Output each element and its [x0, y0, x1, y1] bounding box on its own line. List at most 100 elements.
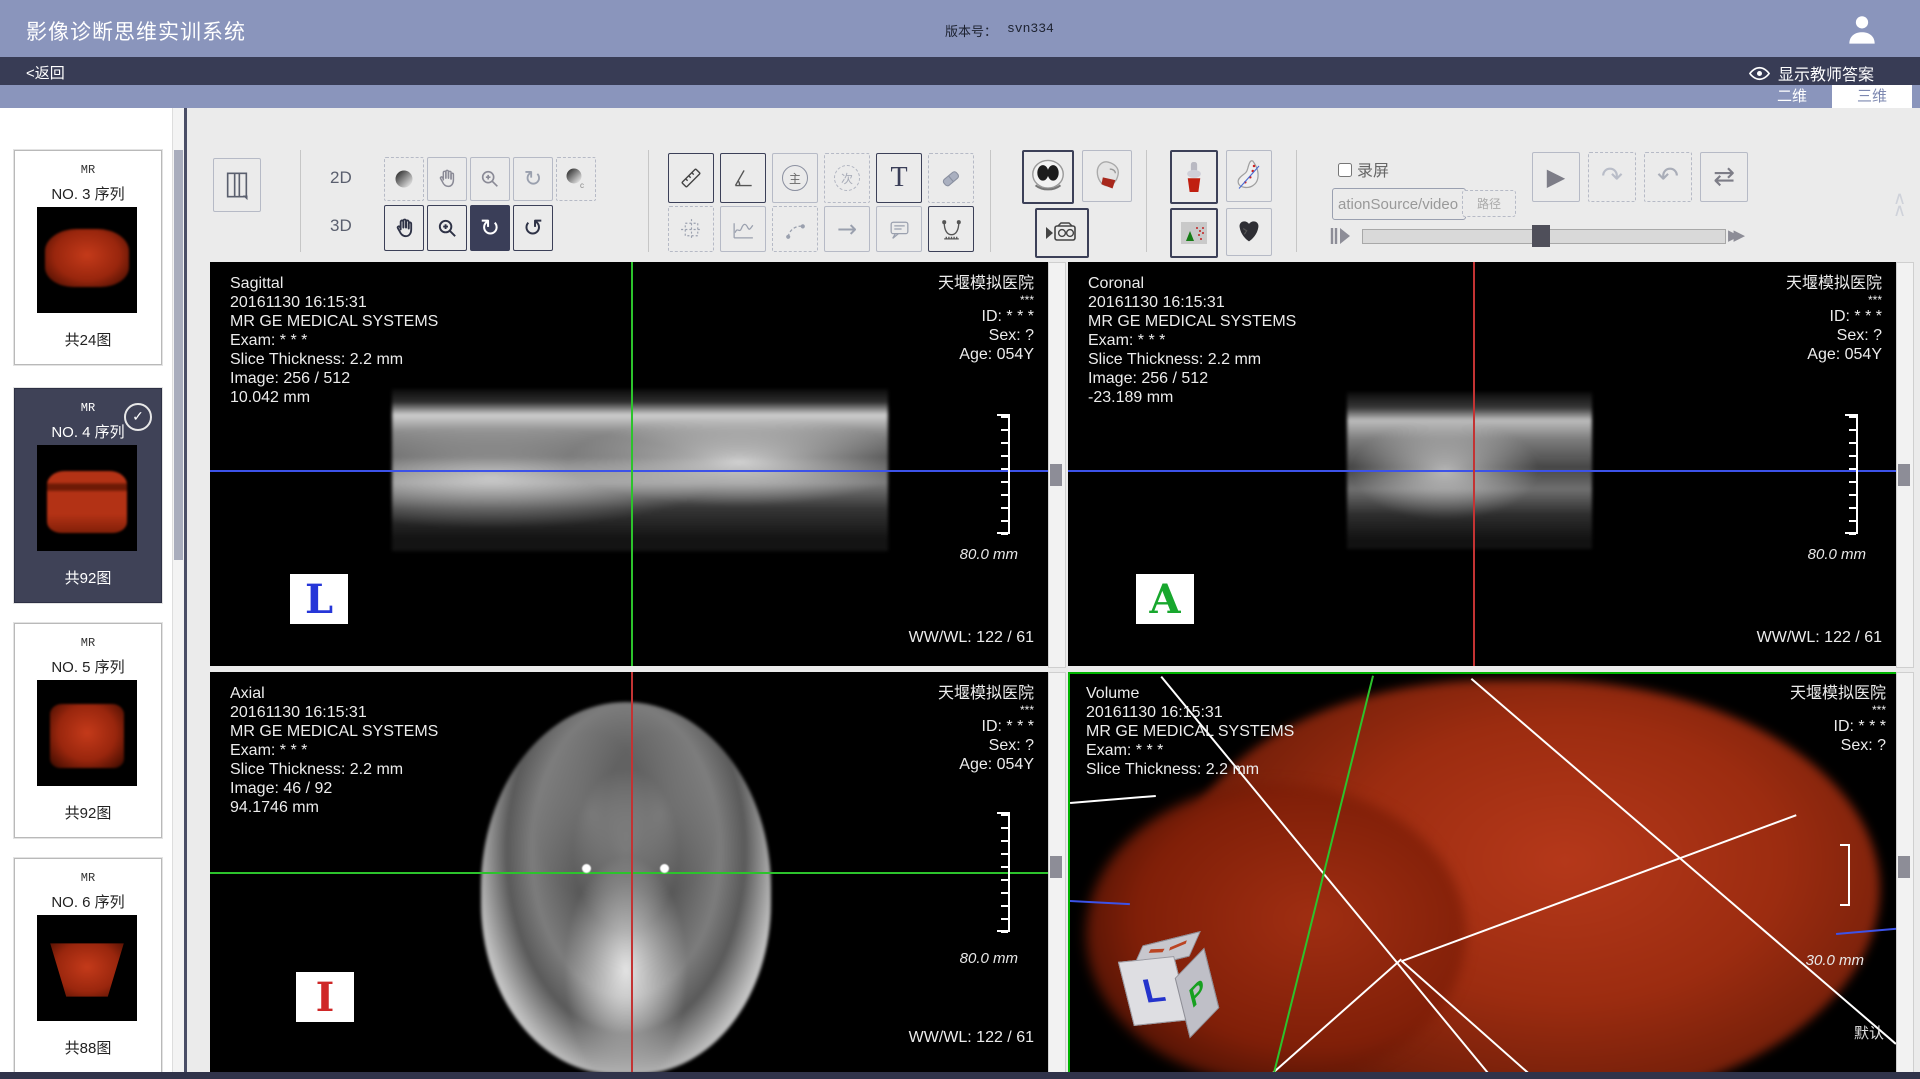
tab-2d[interactable]: 二维 [1752, 85, 1832, 108]
arrow-annotation-button[interactable]: → [824, 206, 870, 252]
viewport-sagittal[interactable]: Sagittal 20161130 16:15:31 MR GE MEDICAL… [210, 262, 1048, 666]
nav-bar: <返回 显示教师答案 [0, 57, 1920, 85]
timeline-slider-handle[interactable] [1532, 225, 1550, 247]
swap-direction-button[interactable]: ⇄ [1700, 152, 1748, 202]
loop-forward-button[interactable]: ↷ [1588, 152, 1636, 202]
viewport-coronal[interactable]: Coronal 20161130 16:15:31 MR GE MEDICAL … [1068, 262, 1896, 666]
tab-3d[interactable]: 三维 [1832, 85, 1912, 108]
sagittal-orientation-marker: L [290, 574, 348, 624]
roi-secondary-tool-button[interactable]: 次 [824, 153, 870, 203]
slider-step-start-icon[interactable] [1330, 225, 1354, 247]
back-button[interactable]: <返回 [26, 62, 65, 83]
pan-2d-button[interactable] [427, 157, 467, 201]
curve-profile-tool-button[interactable] [720, 206, 766, 252]
volume-scrollbar[interactable] [1896, 672, 1914, 1074]
series-card-3[interactable]: MR NO. 3 序列 共24图 [14, 150, 162, 365]
sagittal-crosshair-vertical [631, 262, 633, 666]
loop-backward-button[interactable]: ↶ [1644, 152, 1692, 202]
series-card-4-selected[interactable]: MR ✓ NO. 4 序列 共92图 [14, 388, 162, 603]
record-screen-checkbox[interactable] [1338, 163, 1352, 177]
text-tool-label: T [890, 162, 907, 194]
sagittal-slice-scrollbar-thumb[interactable] [1050, 464, 1062, 486]
rotate-3d-button-active[interactable]: ↻ [470, 205, 510, 251]
skull-view-button[interactable] [1082, 150, 1132, 202]
rotate-reset-3d-button[interactable]: ↺ [513, 205, 553, 251]
volume-patient-block: 天堰模拟医院 *** ID: * * * Sex: ? [1790, 684, 1886, 755]
series-title: NO. 4 序列 [15, 421, 161, 442]
sidebar-scrollbar-thumb[interactable] [174, 150, 183, 560]
heart-view-button[interactable] [1226, 208, 1272, 256]
panel-divider [184, 108, 187, 1072]
sidebar-scrollbar[interactable] [172, 108, 184, 1072]
volume-scrollbar-thumb[interactable] [1898, 856, 1910, 878]
slider-fast-forward-icon[interactable]: ▶▶ [1728, 226, 1739, 244]
crosshair-box-tool-button[interactable] [668, 206, 714, 252]
series-count: 共24图 [15, 329, 161, 350]
coronal-window-label: WW/WL: 122 / 61 [1757, 628, 1882, 647]
zoom-3d-button[interactable] [427, 205, 467, 251]
segmentation-view-button[interactable] [1170, 208, 1218, 258]
series-thumbnail [37, 915, 137, 1021]
record-screen-label: 录屏 [1357, 157, 1389, 181]
roi-main-tool-button[interactable]: 主 [772, 153, 818, 203]
series-card-6[interactable]: MR NO. 6 序列 共88图 [14, 858, 162, 1073]
user-avatar-icon[interactable] [1846, 13, 1878, 45]
viewport-volume[interactable]: Volume 20161130 16:15:31 MR GE MEDICAL S… [1068, 672, 1900, 1077]
volume-wireframe-line [1070, 795, 1156, 804]
series-thumbnail [37, 680, 137, 786]
series-title: NO. 3 序列 [15, 183, 161, 204]
series-card-5[interactable]: MR NO. 5 序列 共92图 [14, 623, 162, 838]
cube-right-face: P [1175, 948, 1219, 1039]
foot-view-button[interactable] [1226, 150, 1272, 202]
sagittal-slice-scrollbar[interactable] [1048, 262, 1066, 668]
lung-view-button[interactable] [1022, 150, 1074, 204]
series-count: 共92图 [15, 802, 161, 823]
show-teacher-answer-button[interactable]: 显示教师答案 [1748, 61, 1874, 85]
volume-orientation-cube[interactable]: L P [1122, 936, 1232, 1046]
header: 影像诊断思维实训系统 版本号： svn334 [0, 0, 1920, 57]
sagittal-patient-block: 天堰模拟医院 *** ID: * * * Sex: ? Age: 054Y [938, 274, 1034, 364]
axial-window-label: WW/WL: 122 / 61 [909, 1028, 1034, 1047]
app-title: 影像诊断思维实训系统 [26, 16, 246, 46]
angle-tool-button[interactable] [720, 153, 766, 203]
window-level-2d-button[interactable] [384, 157, 424, 201]
mode-2d-label: 2D [330, 168, 352, 188]
layout-button[interactable] [213, 158, 261, 212]
video-path-input[interactable] [1332, 188, 1466, 220]
coronal-slice-scrollbar-thumb[interactable] [1898, 464, 1910, 486]
axial-slice-scrollbar[interactable] [1048, 672, 1066, 1074]
version-value: svn334 [1007, 21, 1054, 36]
ruler-tool-button[interactable] [668, 153, 714, 203]
axial-scale-ruler [997, 812, 1010, 932]
knee-view-button[interactable] [1170, 150, 1218, 204]
sagittal-crosshair-horizontal [210, 470, 1048, 472]
arc-tool-button[interactable] [772, 206, 818, 252]
sagittal-scale-label: 80.0 mm [960, 546, 1018, 563]
horizontal-scrollbar[interactable] [0, 1072, 1920, 1079]
volume-scale-label: 30.0 mm [1806, 952, 1864, 969]
roi-main-label: 主 [782, 165, 808, 191]
window-reset-2d-button[interactable]: c [556, 157, 596, 201]
series-thumbnail [37, 445, 137, 551]
viewport-axial[interactable]: Axial 20161130 16:15:31 MR GE MEDICAL SY… [210, 672, 1048, 1072]
coronal-scale-ruler [1845, 414, 1858, 534]
zoom-2d-button[interactable] [470, 157, 510, 201]
coronal-slice-scrollbar[interactable] [1896, 262, 1914, 668]
axial-mr-image [481, 702, 771, 1072]
comment-tool-button[interactable] [876, 206, 922, 252]
text-annotation-button[interactable]: T [876, 153, 922, 203]
rotate-2d-button[interactable]: ↻ [513, 157, 553, 201]
record-video-button[interactable] [1035, 208, 1089, 258]
axial-info-block: Axial 20161130 16:15:31 MR GE MEDICAL SY… [230, 684, 438, 817]
axial-slice-scrollbar-thumb[interactable] [1050, 856, 1062, 878]
play-button[interactable]: ▶ [1532, 152, 1580, 202]
collapse-panel-icon[interactable]: ∧∧ [1893, 192, 1906, 216]
series-title: NO. 6 序列 [15, 891, 161, 912]
pan-3d-button[interactable] [384, 205, 424, 251]
roi-secondary-label: 次 [834, 165, 860, 191]
axial-scale-label: 80.0 mm [960, 950, 1018, 967]
axial-crosshair-vertical [631, 672, 633, 1072]
path-button[interactable]: 路径 [1462, 190, 1516, 217]
curve-measure-tool-button[interactable] [928, 206, 974, 252]
eraser-tool-button[interactable] [928, 153, 974, 203]
